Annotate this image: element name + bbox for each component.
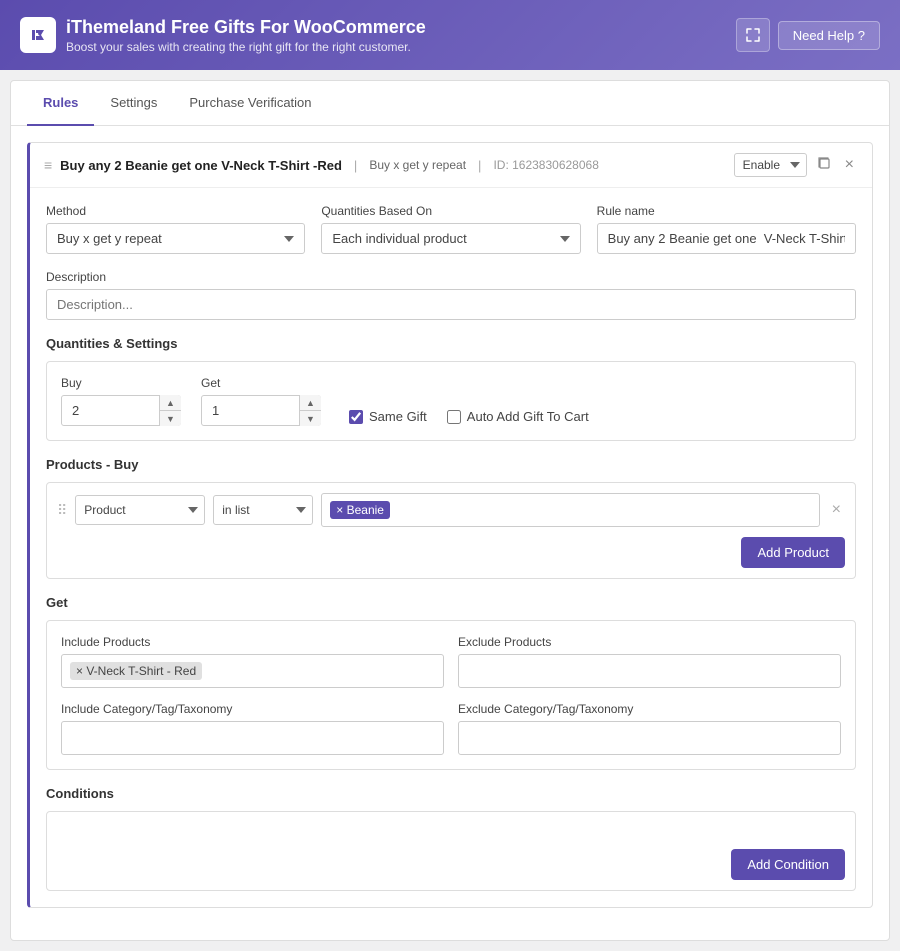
products-buy-title: Products - Buy — [46, 457, 856, 472]
description-group: Description — [46, 270, 856, 320]
get-box: Include Products × V-Neck T-Shirt - Red … — [46, 620, 856, 770]
rule-name-input[interactable] — [597, 223, 856, 254]
description-label: Description — [46, 270, 856, 284]
app-header: iThemeland Free Gifts For WooCommerce Bo… — [0, 0, 900, 70]
method-group: Method Buy x get y repeat Buy x get y Fi… — [46, 204, 305, 254]
method-label: Method — [46, 204, 305, 218]
auto-add-group: Auto Add Gift To Cart — [447, 409, 589, 424]
rule-name-group: Rule name — [597, 204, 856, 254]
qty-based-label: Quantities Based On — [321, 204, 580, 218]
buy-spinners: ▲ ▼ — [159, 395, 181, 426]
rule-title: Buy any 2 Beanie get one V-Neck T-Shirt … — [60, 158, 342, 173]
rule-body: Method Buy x get y repeat Buy x get y Fi… — [30, 188, 872, 907]
buy-label: Buy — [61, 376, 181, 390]
include-products-label: Include Products — [61, 635, 444, 649]
vneck-tag: × V-Neck T-Shirt - Red — [70, 662, 202, 680]
rule-copy-button[interactable] — [813, 154, 835, 177]
get-field: Get ▲ ▼ — [201, 376, 321, 426]
method-row: Method Buy x get y repeat Buy x get y Fi… — [46, 204, 856, 254]
get-label: Get — [201, 376, 321, 390]
qty-settings-title: Quantities & Settings — [46, 336, 856, 351]
products-buy-section: Products - Buy ⠿ Product Category Tag in… — [46, 457, 856, 579]
get-grid: Include Products × V-Neck T-Shirt - Red … — [61, 635, 841, 755]
products-buy-footer: Add Product — [57, 527, 845, 568]
exclude-cat-label: Exclude Category/Tag/Taxonomy — [458, 702, 841, 716]
rule-type: Buy x get y repeat — [369, 158, 466, 172]
add-product-button[interactable]: Add Product — [741, 537, 845, 568]
include-products-input[interactable]: × V-Neck T-Shirt - Red — [61, 654, 444, 688]
rule-status-select[interactable]: Enable Disable — [734, 153, 807, 177]
auto-add-label[interactable]: Auto Add Gift To Cart — [467, 409, 589, 424]
include-cat-field: Include Category/Tag/Taxonomy — [61, 702, 444, 755]
exclude-products-field: Exclude Products — [458, 635, 841, 688]
app-subtitle: Boost your sales with creating the right… — [66, 40, 426, 54]
method-select[interactable]: Buy x get y repeat Buy x get y Fixed — [46, 223, 305, 254]
rule-close-button[interactable]: × — [841, 154, 858, 176]
exclude-products-input[interactable] — [458, 654, 841, 688]
include-products-field: Include Products × V-Neck T-Shirt - Red — [61, 635, 444, 688]
qty-based-select[interactable]: Each individual product Cart total Order… — [321, 223, 580, 254]
conditions-title: Conditions — [46, 786, 856, 801]
app-logo — [20, 17, 56, 53]
exclude-products-label: Exclude Products — [458, 635, 841, 649]
rule-name-label: Rule name — [597, 204, 856, 218]
header-text: iThemeland Free Gifts For WooCommerce Bo… — [66, 17, 426, 54]
product-type-select[interactable]: Product Category Tag — [75, 495, 205, 525]
tag-label: × V-Neck T-Shirt - Red — [76, 664, 196, 678]
qty-settings-box: Buy ▲ ▼ Get — [46, 361, 856, 441]
conditions-box: Add Condition — [46, 811, 856, 891]
product-row: ⠿ Product Category Tag in list not in li… — [57, 493, 845, 527]
include-cat-label: Include Category/Tag/Taxonomy — [61, 702, 444, 716]
app-title: iThemeland Free Gifts For WooCommerce — [66, 17, 426, 38]
checkboxes-wrap: Same Gift Auto Add Gift To Cart — [349, 409, 589, 426]
conditions-footer: Add Condition — [57, 841, 845, 880]
buy-input-wrap: ▲ ▼ — [61, 395, 181, 426]
tab-rules[interactable]: Rules — [27, 81, 94, 126]
tab-settings[interactable]: Settings — [94, 81, 173, 126]
buy-decrement[interactable]: ▼ — [160, 411, 181, 426]
auto-add-checkbox[interactable] — [447, 410, 461, 424]
buy-increment[interactable]: ▲ — [160, 395, 181, 411]
description-input[interactable] — [46, 289, 856, 320]
product-row-remove[interactable]: × — [828, 499, 845, 521]
add-condition-button[interactable]: Add Condition — [731, 849, 845, 880]
exclude-cat-field: Exclude Category/Tag/Taxonomy — [458, 702, 841, 755]
conditions-section: Conditions Add Condition — [46, 786, 856, 891]
get-spinners: ▲ ▼ — [299, 395, 321, 426]
get-section: Get Include Products × V-Neck T-Shirt - … — [46, 595, 856, 770]
tab-bar: Rules Settings Purchase Verification — [11, 81, 889, 126]
beanie-tag: × Beanie — [330, 501, 390, 519]
product-drag-handle[interactable]: ⠿ — [57, 502, 67, 519]
header-left: iThemeland Free Gifts For WooCommerce Bo… — [20, 17, 426, 54]
get-input-wrap: ▲ ▼ — [201, 395, 321, 426]
product-tags-input[interactable]: × Beanie — [321, 493, 819, 527]
get-section-title: Get — [46, 595, 856, 610]
rule-header: ≡ Buy any 2 Beanie get one V-Neck T-Shir… — [30, 143, 872, 188]
exclude-cat-input[interactable] — [458, 721, 841, 755]
tag-label: × Beanie — [336, 503, 384, 517]
product-condition-select[interactable]: in list not in list — [213, 495, 313, 525]
buy-field: Buy ▲ ▼ — [61, 376, 181, 426]
get-increment[interactable]: ▲ — [300, 395, 321, 411]
header-right: Need Help ? — [736, 18, 880, 52]
separator1: | — [354, 158, 357, 173]
get-decrement[interactable]: ▼ — [300, 411, 321, 426]
same-gift-label[interactable]: Same Gift — [369, 409, 427, 424]
include-cat-input[interactable] — [61, 721, 444, 755]
help-button[interactable]: Need Help ? — [778, 21, 880, 50]
content-area: ≡ Buy any 2 Beanie get one V-Neck T-Shir… — [11, 126, 889, 940]
separator2: | — [478, 158, 481, 173]
products-buy-box: ⠿ Product Category Tag in list not in li… — [46, 482, 856, 579]
rule-card: ≡ Buy any 2 Beanie get one V-Neck T-Shir… — [27, 142, 873, 908]
same-gift-group: Same Gift — [349, 409, 427, 424]
rule-header-actions: Enable Disable × — [734, 153, 858, 177]
expand-button[interactable] — [736, 18, 770, 52]
qty-based-group: Quantities Based On Each individual prod… — [321, 204, 580, 254]
same-gift-checkbox[interactable] — [349, 410, 363, 424]
rule-drag-handle[interactable]: ≡ — [44, 157, 52, 173]
rule-id: ID: 1623830628068 — [493, 158, 598, 172]
tab-purchase-verification[interactable]: Purchase Verification — [173, 81, 327, 126]
qty-row: Buy ▲ ▼ Get — [61, 376, 841, 426]
